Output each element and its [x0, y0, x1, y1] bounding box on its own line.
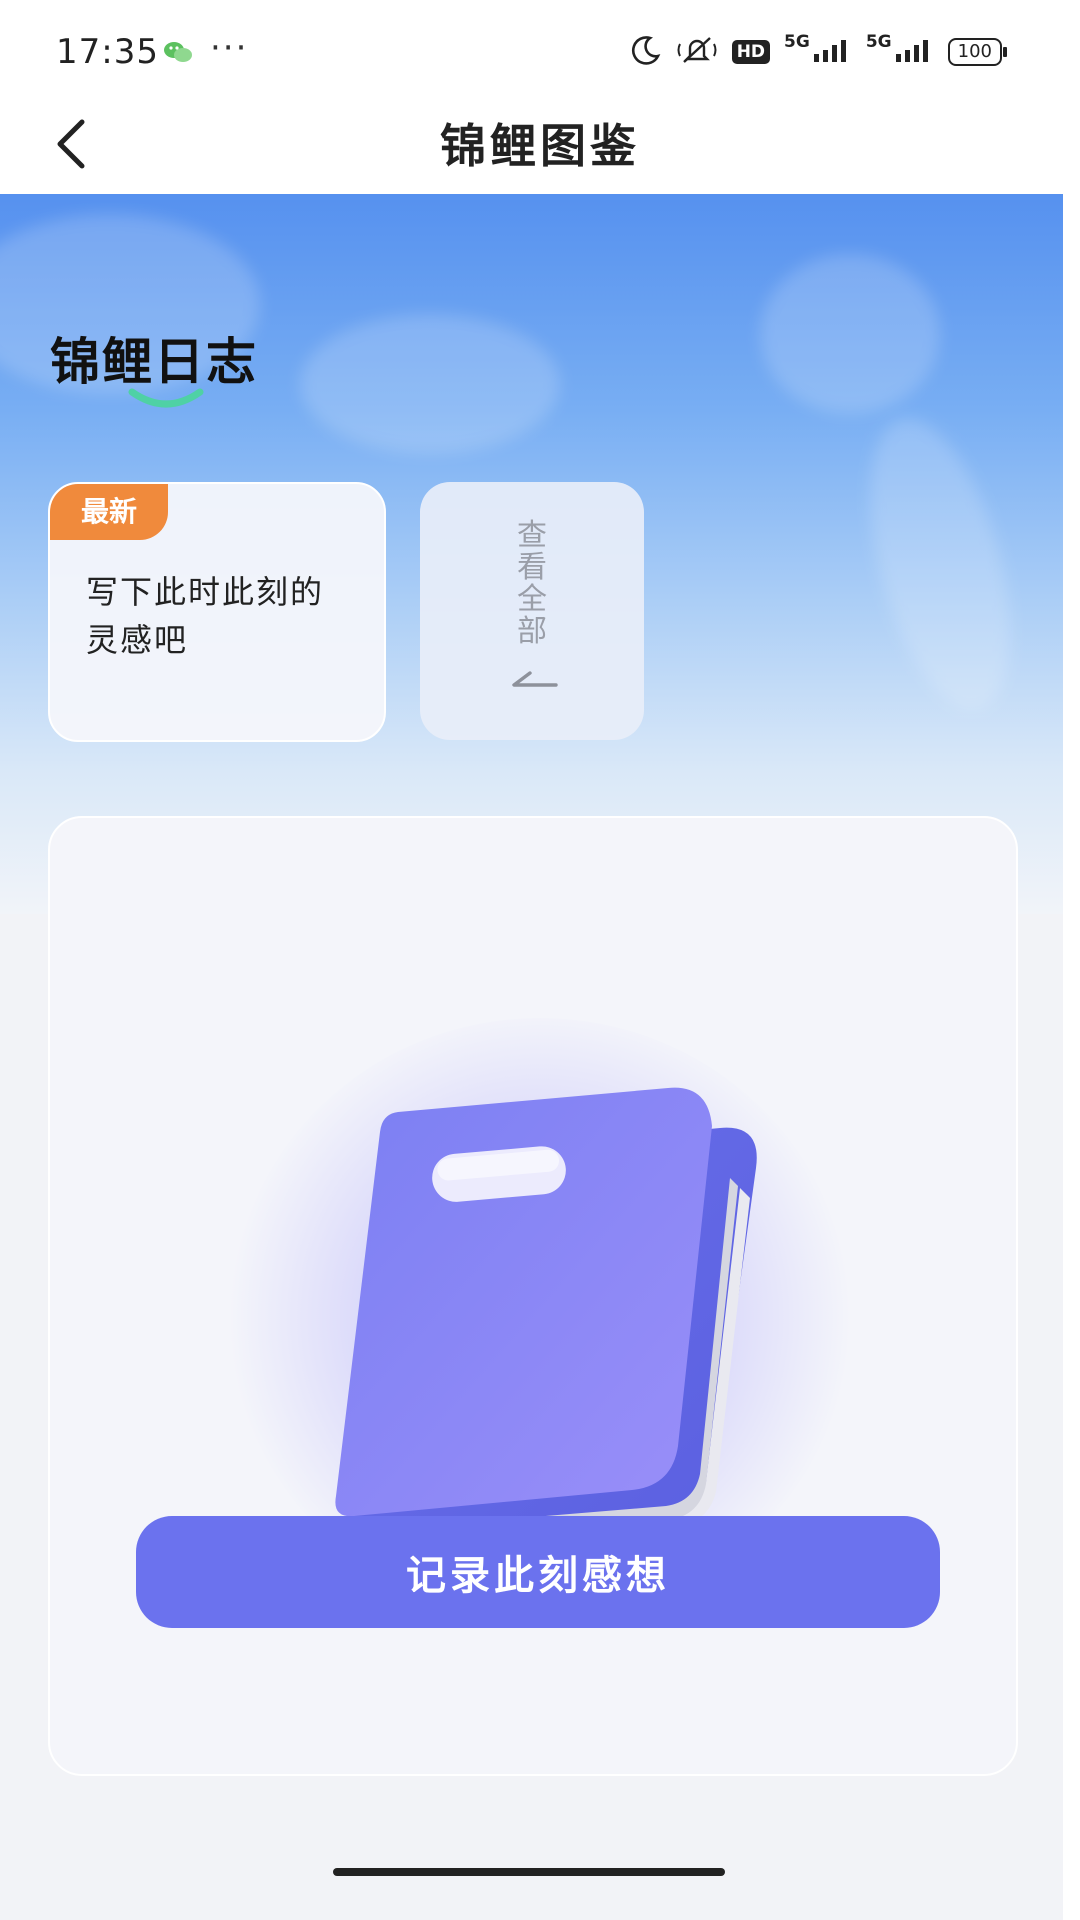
home-indicator[interactable]: [333, 1868, 725, 1876]
arrow-icon: [512, 671, 558, 687]
hd-badge: HD: [731, 40, 771, 64]
status-icons: HD 5G 5G 100: [630, 32, 1008, 70]
right-edge: [1063, 194, 1080, 1920]
hero-decoration: [760, 254, 940, 414]
wechat-icon: [163, 40, 193, 68]
signal-icon: [812, 38, 852, 66]
network-label-1: 5G: [784, 32, 810, 52]
koi-silhouette: [843, 403, 1037, 725]
notebook-illustration: [335, 1087, 757, 1555]
nav-bar: 锦鲤图鉴: [0, 100, 1080, 194]
record-thoughts-button[interactable]: 记录此刻感想: [136, 1516, 940, 1628]
section-title: 锦鲤日志: [50, 333, 258, 391]
page-title: 锦鲤图鉴: [440, 119, 640, 173]
mute-icon: [676, 34, 718, 70]
status-bar: 17:35 ··· HD 5G 5G 100: [0, 0, 1080, 100]
status-time: 17:35: [56, 32, 159, 72]
more-notifications-icon: ···: [210, 28, 249, 68]
signal-icon: [894, 38, 934, 66]
view-all-label: 查看全部: [517, 518, 547, 649]
hero-decoration: [300, 314, 560, 454]
latest-journal-card[interactable]: 最新 写下此时此刻的灵感吧: [48, 482, 386, 742]
latest-journal-text: 写下此时此刻的灵感吧: [86, 573, 325, 659]
title-underline: [128, 388, 204, 408]
network-label-2: 5G: [865, 32, 892, 52]
view-all-button[interactable]: 查看全部: [420, 482, 644, 740]
journal-panel: 记录此刻感想: [48, 816, 1018, 1776]
moon-icon: [630, 34, 662, 70]
battery-icon: 100: [947, 38, 1008, 66]
page: 17:35 ··· HD 5G 5G 100 锦鲤图鉴 锦鲤日志 最新 写下此时…: [0, 0, 1080, 1920]
latest-badge: 最新: [50, 484, 168, 540]
